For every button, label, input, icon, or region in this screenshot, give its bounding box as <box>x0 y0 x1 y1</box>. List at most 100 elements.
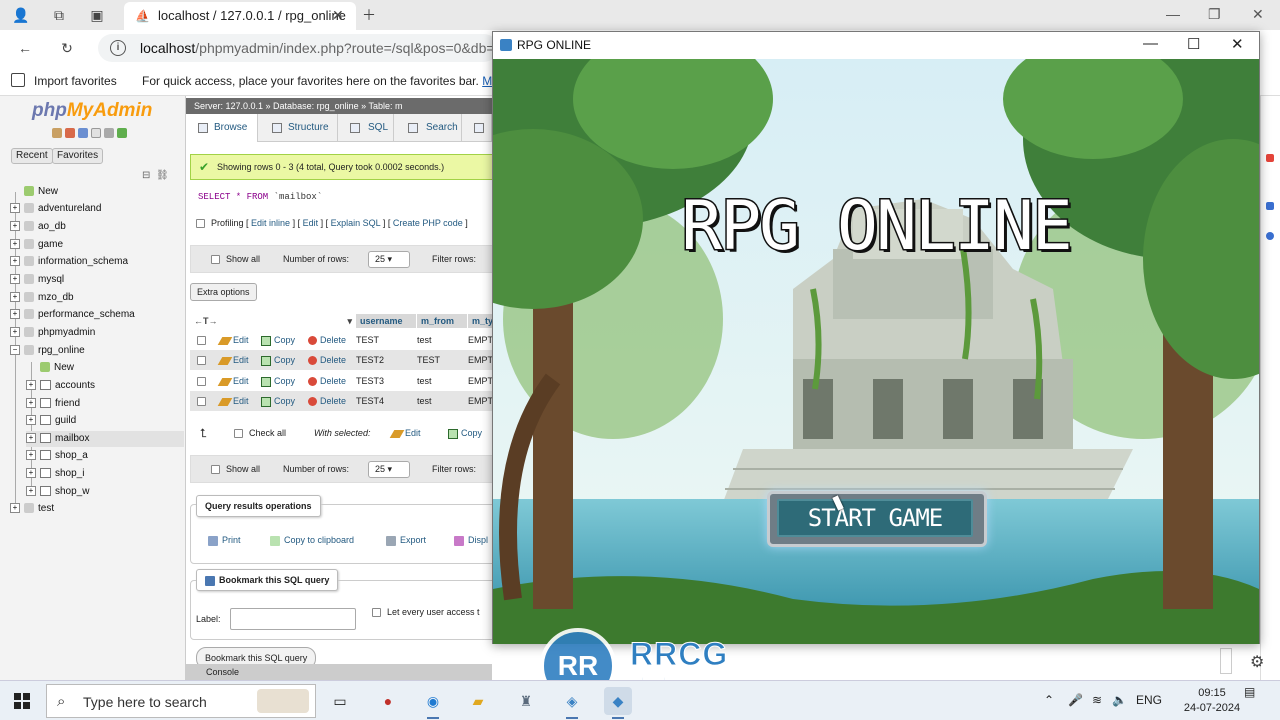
file-explorer-icon[interactable]: ▰ <box>464 687 492 715</box>
create-php-code-link[interactable]: Create PHP code <box>393 218 463 228</box>
extension-icon[interactable] <box>1266 202 1274 210</box>
show-all-toggle[interactable]: Show all <box>211 254 260 265</box>
tree-item-new-table[interactable]: New <box>40 360 74 376</box>
row-delete-link[interactable]: Delete <box>308 371 346 391</box>
nav-tab-favorites[interactable]: Favorites <box>52 148 104 164</box>
row-copy-link[interactable]: Copy <box>261 391 295 411</box>
game-close-icon[interactable]: ✕ <box>1231 35 1244 53</box>
collapse-all-icon[interactable]: ⊟ <box>142 170 150 181</box>
cell-username[interactable]: TEST2 <box>356 350 384 370</box>
cell-m-type[interactable]: EMPT <box>468 350 492 370</box>
row-delete-link[interactable]: Delete <box>308 330 346 350</box>
row-copy-link[interactable]: Copy <box>261 350 295 370</box>
browser-close-icon[interactable]: ✕ <box>1252 6 1264 23</box>
tray-overflow-icon[interactable]: ⌃ <box>1044 693 1054 707</box>
site-info-icon[interactable]: i <box>110 40 126 56</box>
every-user-toggle[interactable]: Let every user access t <box>372 607 480 618</box>
check-all-toggle[interactable]: Check all <box>234 428 286 439</box>
cell-m-from[interactable]: TEST <box>417 350 440 370</box>
settings-icon[interactable] <box>104 128 114 138</box>
copy-to-clipboard-link[interactable]: Copy to clipboard <box>270 535 354 546</box>
tree-item-test[interactable]: + test <box>10 501 54 517</box>
extension-icon[interactable] <box>1266 232 1274 240</box>
tree-item-information-schema[interactable]: + information_schema <box>10 254 128 270</box>
extension-icon[interactable] <box>1266 154 1274 162</box>
edit-inline-link[interactable]: Edit inline <box>251 218 290 228</box>
start-game-button[interactable]: START GAME <box>777 499 973 537</box>
game-canvas[interactable]: RPG ONLINE START GAME <box>493 59 1259 644</box>
extra-options-button[interactable]: Extra options <box>190 283 257 301</box>
row-delete-link[interactable]: Delete <box>308 391 346 411</box>
console-tab[interactable]: Console <box>186 664 492 680</box>
network-icon[interactable]: ≋ <box>1092 693 1102 707</box>
cell-m-type[interactable]: EMPT <box>468 391 492 411</box>
row-copy-link[interactable]: Copy <box>261 330 295 350</box>
cell-m-type[interactable]: EMPT <box>468 330 492 350</box>
url-field[interactable]: i localhost/phpmyadmin/index.php?route=/… <box>98 34 499 62</box>
taskbar-search-input[interactable]: ⌕ Type here to search <box>46 684 316 718</box>
reload-nav-icon[interactable] <box>117 128 127 138</box>
bookmark-label-input[interactable] <box>230 608 356 630</box>
row-copy-link[interactable]: Copy <box>261 371 295 391</box>
game-minimize-icon[interactable]: — <box>1143 35 1158 52</box>
notifications-icon[interactable]: ▤ <box>1244 685 1255 699</box>
tree-item-rpg-online[interactable]: − rpg_online <box>10 343 85 359</box>
new-tab-icon[interactable]: ＋ <box>358 5 380 25</box>
row-edit-link[interactable]: Edit <box>217 330 249 350</box>
tab-actions-icon[interactable]: ▣ <box>86 5 108 25</box>
tree-item-shop-i[interactable]: + shop_i <box>26 466 84 482</box>
tab-sql[interactable]: SQL <box>338 114 394 142</box>
browser-restore-icon[interactable]: ❐ <box>1208 6 1221 23</box>
bulk-edit-link[interactable]: Edit <box>389 428 421 438</box>
tab-search[interactable]: Search <box>394 114 462 142</box>
nav-tab-recent[interactable]: Recent <box>11 148 53 164</box>
tree-item-shop-w[interactable]: + shop_w <box>26 484 89 500</box>
scrollbar[interactable] <box>1220 648 1232 674</box>
tab-more[interactable] <box>462 114 492 142</box>
tree-item-guild[interactable]: + guild <box>26 413 76 429</box>
tree-item-performance-schema[interactable]: + performance_schema <box>10 307 135 323</box>
tree-item-new[interactable]: New <box>24 184 58 200</box>
tree-item-game[interactable]: + game <box>10 237 63 253</box>
tree-item-accounts[interactable]: + accounts <box>26 378 95 394</box>
cell-m-type[interactable]: EMPT <box>468 371 492 391</box>
row-checkbox[interactable] <box>197 397 206 406</box>
game-maximize-icon[interactable]: ☐ <box>1187 35 1200 53</box>
profile-icon[interactable]: 👤 <box>10 5 32 25</box>
help-icon[interactable] <box>78 128 88 138</box>
cell-m-from[interactable]: test <box>417 391 432 411</box>
edge-browser-icon[interactable]: ◉ <box>419 687 447 719</box>
tree-item-mailbox[interactable]: + mailbox <box>26 431 184 447</box>
cell-m-from[interactable]: test <box>417 330 432 350</box>
num-rows-select[interactable]: 25 ▾ <box>368 251 410 268</box>
app-icon-obs[interactable]: ● <box>374 687 402 715</box>
game-window-titlebar[interactable]: RPG ONLINE — ☐ ✕ <box>493 32 1259 59</box>
tree-item-mzo-db[interactable]: + mzo_db <box>10 290 74 306</box>
breadcrumb[interactable]: Server: 127.0.0.1 » Database: rpg_online… <box>186 98 492 114</box>
collections-icon[interactable]: ⧉ <box>48 5 70 25</box>
cell-username[interactable]: TEST <box>356 330 379 350</box>
col-username[interactable]: username <box>356 314 416 328</box>
browser-minimize-icon[interactable]: — <box>1166 6 1180 22</box>
volume-icon[interactable]: 🔈 <box>1112 693 1127 707</box>
display-chart-link[interactable]: Displ <box>454 535 488 546</box>
row-edit-link[interactable]: Edit <box>217 350 249 370</box>
tree-item-adventureland[interactable]: + adventureland <box>10 201 101 217</box>
logout-icon[interactable] <box>65 128 75 138</box>
close-tab-icon[interactable]: ✕ <box>332 7 344 24</box>
cell-m-from[interactable]: test <box>417 371 432 391</box>
tab-browse[interactable]: Browse <box>186 114 258 142</box>
tree-item-shop-a[interactable]: + shop_a <box>26 448 88 464</box>
row-edit-link[interactable]: Edit <box>217 391 249 411</box>
app-icon-unity[interactable]: ◈ <box>558 687 586 719</box>
row-checkbox[interactable] <box>197 377 206 386</box>
language-indicator[interactable]: ENG <box>1136 693 1162 707</box>
export-link[interactable]: Export <box>386 535 426 546</box>
row-edit-link[interactable]: Edit <box>217 371 249 391</box>
import-favorites-button[interactable]: Import favorites <box>34 74 117 88</box>
browser-tab-active[interactable]: ⛵ localhost / 127.0.0.1 / rpg_online ✕ <box>124 2 356 30</box>
row-checkbox[interactable] <box>197 356 206 365</box>
tree-item-ao-db[interactable]: + ao_db <box>10 219 66 235</box>
home-icon[interactable] <box>52 128 62 138</box>
edit-link[interactable]: Edit <box>303 218 319 228</box>
